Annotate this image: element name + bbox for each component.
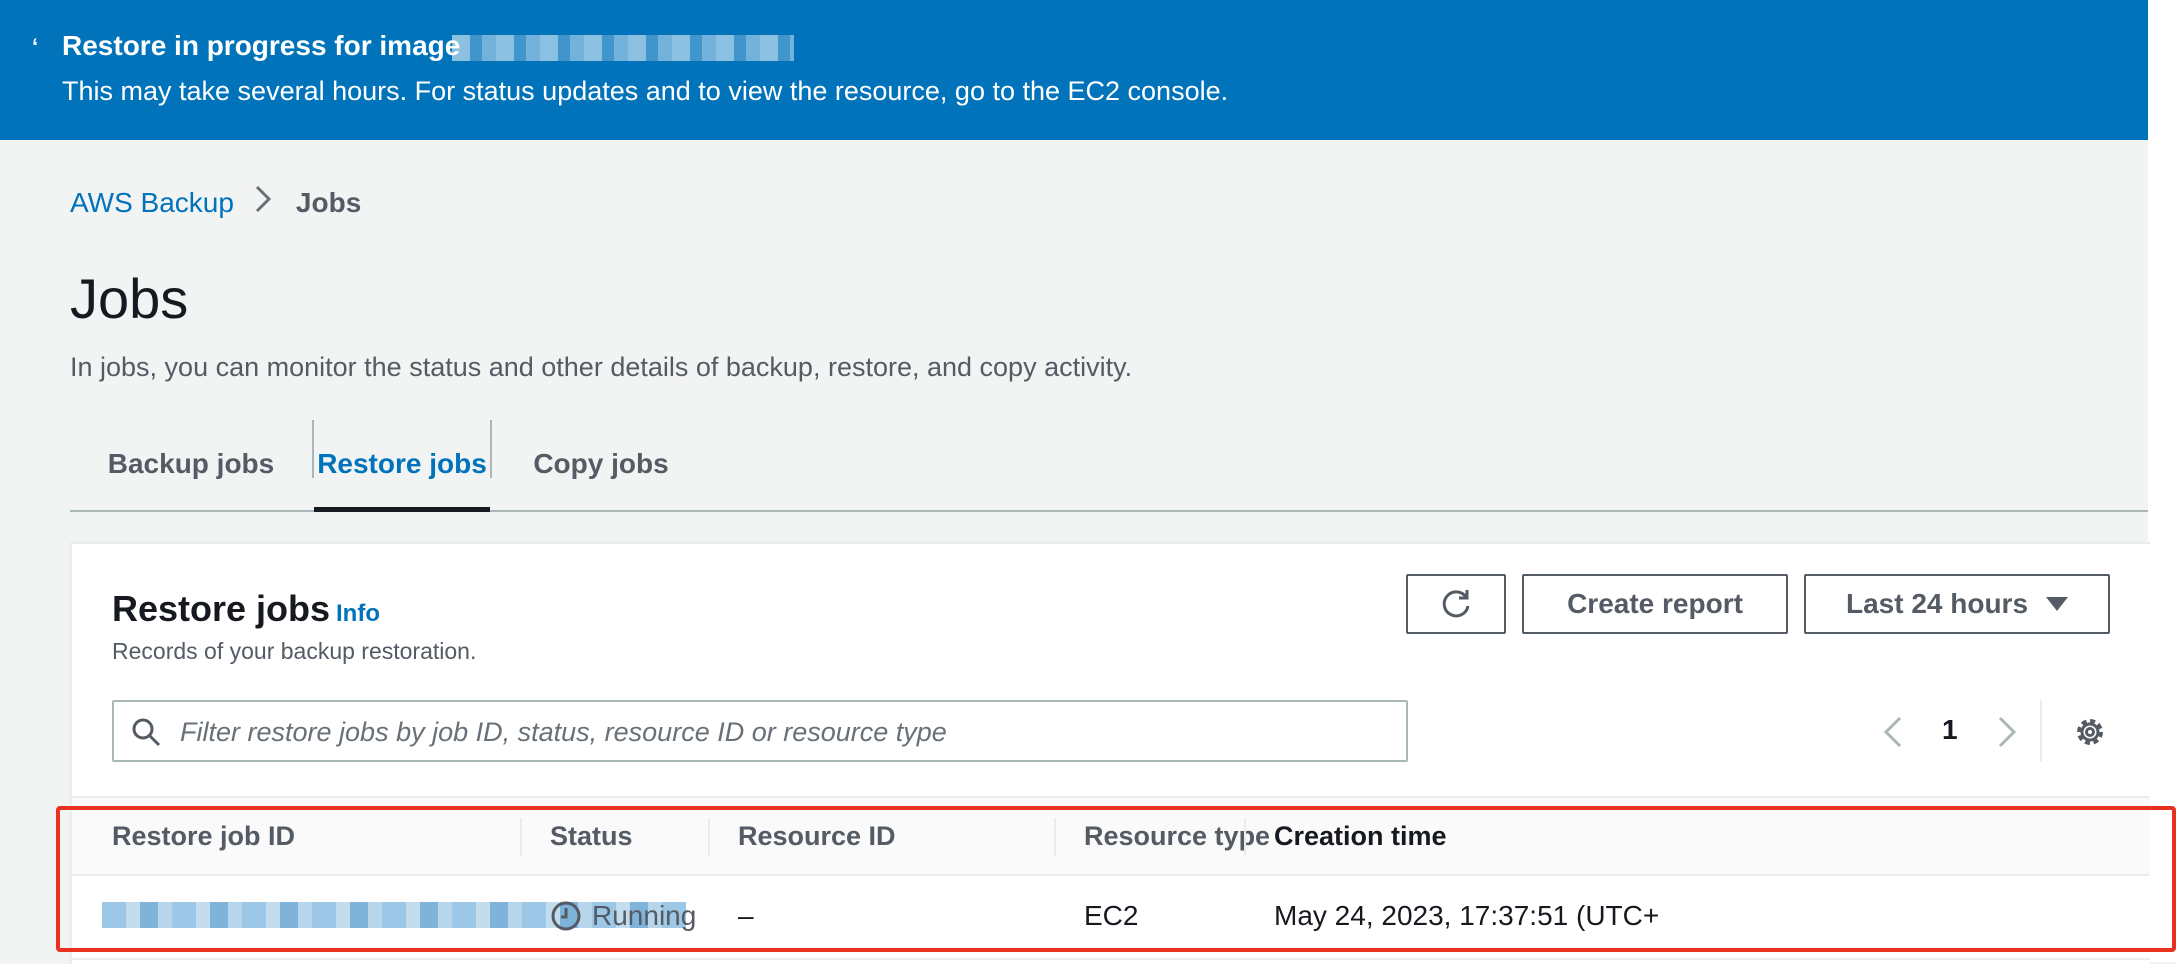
search-field[interactable] bbox=[112, 700, 1408, 762]
time-range-label: Last 24 hours bbox=[1845, 588, 2029, 619]
breadcrumb: AWS Backup Jobs bbox=[70, 184, 361, 221]
flash-title: Restore in progress for image bbox=[62, 30, 461, 61]
creation-time-cell: May 24, 2023, 17:37:51 (UTC+ bbox=[1274, 900, 1660, 931]
clock-icon bbox=[551, 901, 581, 931]
info-link[interactable]: Info bbox=[336, 600, 380, 628]
page-number[interactable]: 1 bbox=[1942, 714, 1958, 746]
refresh-icon bbox=[1442, 590, 1470, 618]
resource-type-cell: EC2 bbox=[1084, 900, 1139, 931]
breadcrumb-aws-backup-link[interactable]: AWS Backup bbox=[70, 187, 234, 219]
table-header: Restore job ID Status Resource ID Resour… bbox=[72, 796, 2150, 876]
chevron-left-icon[interactable] bbox=[1880, 714, 1904, 750]
panel-title: Restore jobs bbox=[112, 588, 331, 629]
column-separator bbox=[708, 818, 710, 856]
column-separator bbox=[1054, 818, 1056, 856]
redacted-image-id bbox=[452, 35, 794, 61]
spinner-icon: ‘ bbox=[32, 34, 39, 59]
tab-copy-jobs[interactable]: Copy jobs bbox=[492, 420, 710, 508]
restore-jobs-panel: Restore jobs Info Records of your backup… bbox=[70, 542, 2150, 964]
column-header-restore-job-id[interactable]: Restore job ID bbox=[112, 798, 295, 874]
table-row: Running – EC2 May 24, 2023, 17:37:51 (UT… bbox=[72, 874, 2150, 960]
time-range-dropdown[interactable]: Last 24 hours bbox=[1804, 574, 2110, 634]
status-text: Running bbox=[592, 900, 697, 931]
column-separator bbox=[520, 818, 522, 856]
create-report-button[interactable]: Create report bbox=[1522, 574, 1788, 634]
panel-description: Records of your backup restoration. bbox=[112, 638, 477, 664]
tab-restore-jobs[interactable]: Restore jobs bbox=[314, 420, 490, 512]
status-cell: Running bbox=[550, 874, 696, 958]
column-header-resource-type[interactable]: Resource type bbox=[1084, 798, 1270, 874]
column-header-status[interactable]: Status bbox=[550, 798, 633, 874]
refresh-button[interactable] bbox=[1406, 574, 1506, 634]
chevron-right-icon[interactable] bbox=[1996, 714, 2020, 750]
column-separator bbox=[1244, 818, 1246, 856]
search-input[interactable] bbox=[178, 710, 1392, 754]
tab-backup-jobs[interactable]: Backup jobs bbox=[70, 420, 312, 508]
caret-down-icon bbox=[2046, 597, 2069, 611]
chevron-right-icon bbox=[254, 184, 272, 221]
page-title: Jobs bbox=[70, 267, 189, 330]
flash-message: This may take several hours. For status … bbox=[62, 76, 1229, 106]
pager-divider bbox=[2040, 700, 2042, 762]
page-description: In jobs, you can monitor the status and … bbox=[70, 352, 1133, 382]
column-header-resource-id[interactable]: Resource ID bbox=[738, 798, 896, 874]
search-icon bbox=[132, 718, 161, 747]
flash-notification: ‘ Restore in progress for image This may… bbox=[0, 0, 2148, 140]
breadcrumb-current: Jobs bbox=[295, 186, 362, 218]
settings-icon[interactable] bbox=[2072, 714, 2108, 750]
job-tabs: Backup jobs Restore jobs Copy jobs bbox=[70, 420, 2148, 512]
page-edge bbox=[2148, 0, 2176, 962]
column-header-creation-time[interactable]: Creation time bbox=[1274, 798, 1447, 874]
resource-id-cell: – bbox=[738, 900, 754, 931]
